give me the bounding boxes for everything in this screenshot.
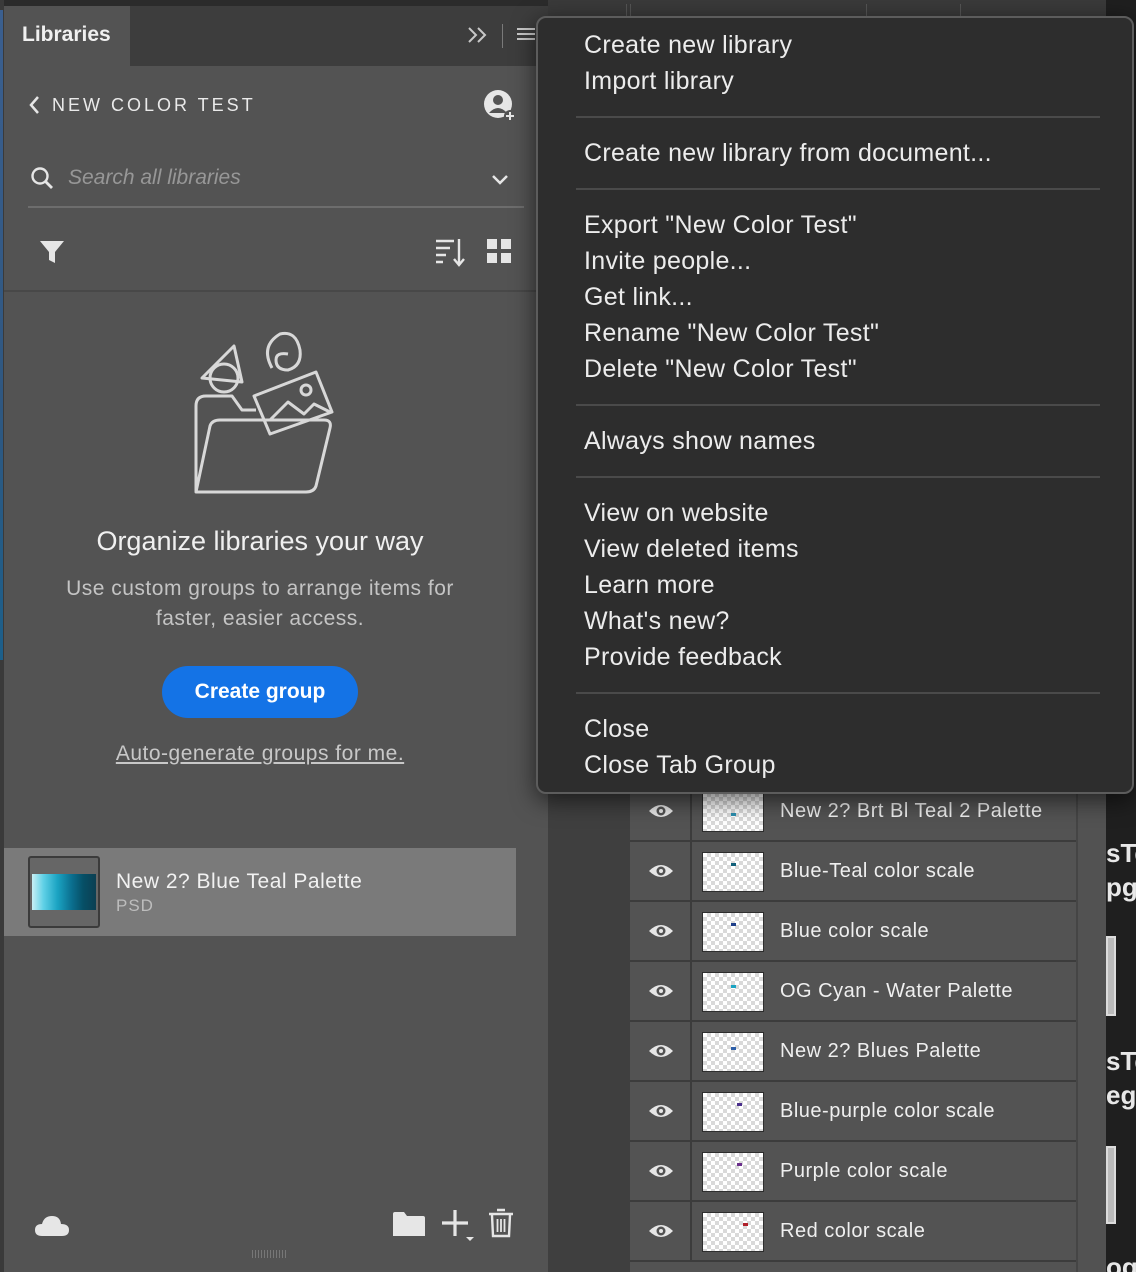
layer-thumbnail [702, 792, 764, 832]
tab-libraries[interactable]: Libraries [4, 6, 130, 66]
menu-item-view-on-website[interactable]: View on website [584, 498, 769, 528]
menu-item-view-deleted-items[interactable]: View deleted items [584, 534, 799, 564]
layer-thumbnail [702, 852, 764, 892]
folder-icon[interactable] [392, 1210, 426, 1238]
library-name[interactable]: NEW COLOR TEST [52, 95, 256, 116]
asset-type: PSD [116, 896, 154, 915]
document-thumbnail-edge [1106, 936, 1116, 1016]
create-group-button[interactable]: Create group [162, 666, 358, 718]
layer-row[interactable]: Blue color scale [630, 902, 1076, 962]
trash-icon[interactable] [488, 1208, 514, 1238]
chevron-left-icon[interactable] [26, 94, 44, 116]
menu-item-close-tab-group[interactable]: Close Tab Group [584, 750, 776, 780]
empty-state-title: Organize libraries your way [96, 526, 424, 556]
libraries-panel: Libraries NEW COLOR TEST Search all libr… [4, 6, 548, 1272]
panel-footer [4, 1202, 548, 1252]
menu-item-whats-new[interactable]: What's new? [584, 606, 730, 636]
layer-name: Blue-purple color scale [780, 1100, 995, 1122]
document-thumbnail-edge [1106, 1146, 1116, 1224]
asset-thumbnail [28, 856, 100, 928]
layer-name: OG Cyan - Water Palette [780, 980, 1014, 1002]
menu-item-create-new-library[interactable]: Create new library [584, 30, 792, 60]
menu-item-invite-people[interactable]: Invite people... [584, 246, 751, 276]
layer-row[interactable]: OG Cyan - Water Palette [630, 962, 1076, 1022]
menu-item-import-library[interactable]: Import library [584, 66, 734, 96]
eye-icon[interactable] [630, 902, 692, 960]
layer-thumbnail [702, 1032, 764, 1072]
layer-name: New 2? Blues Palette [780, 1040, 982, 1062]
layer-name: Red color scale [780, 1220, 926, 1242]
menu-item-create-library-from-document[interactable]: Create new library from document... [584, 138, 992, 168]
menu-item-learn-more[interactable]: Learn more [584, 570, 715, 600]
folder-with-assets-illustration [184, 316, 344, 496]
document-text-fragment: sTe [1106, 1046, 1136, 1076]
eye-icon[interactable] [630, 962, 692, 1020]
layer-name: New 2? Brt Bl Teal 2 Palette [780, 800, 1043, 822]
hamburger-menu-icon[interactable] [517, 28, 535, 42]
layer-row[interactable]: Purple color scale [630, 1142, 1076, 1202]
layers-scrollbar-thumb[interactable] [1078, 790, 1106, 1272]
tabbar-divider [502, 24, 503, 48]
layer-row[interactable]: New 2? Blues Palette [630, 1022, 1076, 1082]
eye-icon[interactable] [630, 1082, 692, 1140]
menu-item-delete[interactable]: Delete "New Color Test" [584, 354, 857, 384]
eye-icon[interactable] [630, 842, 692, 900]
panel-resize-grip[interactable] [252, 1250, 288, 1258]
layer-thumbnail [702, 1092, 764, 1132]
menu-item-get-link[interactable]: Get link... [584, 282, 693, 312]
add-icon[interactable] [440, 1208, 474, 1242]
chevron-down-icon[interactable] [490, 172, 510, 188]
menu-separator [576, 116, 1100, 118]
asset-name: New 2? Blue Teal Palette [116, 870, 363, 893]
double-chevron-right-icon[interactable] [466, 22, 490, 48]
layer-thumbnail [702, 1212, 764, 1252]
filter-icon[interactable] [38, 238, 66, 266]
menu-separator [576, 476, 1100, 478]
menu-item-rename[interactable]: Rename "New Color Test" [584, 318, 879, 348]
auto-generate-groups-link[interactable]: Auto-generate groups for me. [4, 742, 516, 766]
window-left-edge-accent [0, 10, 3, 660]
library-asset-item[interactable]: New 2? Blue Teal Palette PSD [4, 848, 516, 936]
add-user-icon[interactable] [482, 88, 518, 124]
search-bar [28, 150, 524, 208]
layer-thumbnail [702, 1152, 764, 1192]
eye-icon[interactable] [630, 1022, 692, 1080]
menu-item-export[interactable]: Export "New Color Test" [584, 210, 857, 240]
menu-separator [576, 188, 1100, 190]
layer-name: Blue color scale [780, 920, 930, 942]
layer-thumbnail [702, 912, 764, 952]
menu-item-close[interactable]: Close [584, 714, 649, 744]
menu-item-provide-feedback[interactable]: Provide feedback [584, 642, 782, 672]
menu-separator [576, 404, 1100, 406]
menu-separator [576, 692, 1100, 694]
document-text-fragment: pg [1106, 872, 1136, 902]
grid-view-icon[interactable] [486, 238, 512, 264]
search-icon [30, 166, 56, 192]
menu-item-always-show-names[interactable]: Always show names [584, 426, 816, 456]
library-options-menu: Create new library Import library Create… [536, 16, 1134, 794]
layers-list: New 2? Brt Bl Teal 2 Palette Blue-Teal co… [630, 782, 1076, 1272]
sort-icon[interactable] [434, 236, 466, 268]
empty-state-description: Use custom groups to arrange items for f… [66, 577, 454, 630]
eye-icon[interactable] [630, 1202, 692, 1260]
layer-row[interactable]: Blue-purple color scale [630, 1082, 1076, 1142]
layer-thumbnail [702, 972, 764, 1012]
search-input[interactable] [68, 162, 468, 194]
layer-name: Blue-Teal color scale [780, 860, 976, 882]
document-text-fragment: sTe [1106, 838, 1136, 868]
panel-tabbar: Libraries [4, 6, 548, 66]
layer-row[interactable]: Blue-Teal color scale [630, 842, 1076, 902]
tab-label: Libraries [22, 23, 111, 46]
document-text-fragment: og [1106, 1252, 1136, 1272]
library-header: NEW COLOR TEST [4, 66, 548, 146]
layer-name: Purple color scale [780, 1160, 948, 1182]
layer-row[interactable]: Red color scale [630, 1202, 1076, 1262]
document-text-fragment: eg [1106, 1080, 1136, 1110]
eye-icon[interactable] [630, 1142, 692, 1200]
library-toolbar [4, 210, 548, 292]
cloud-icon[interactable] [34, 1214, 70, 1238]
